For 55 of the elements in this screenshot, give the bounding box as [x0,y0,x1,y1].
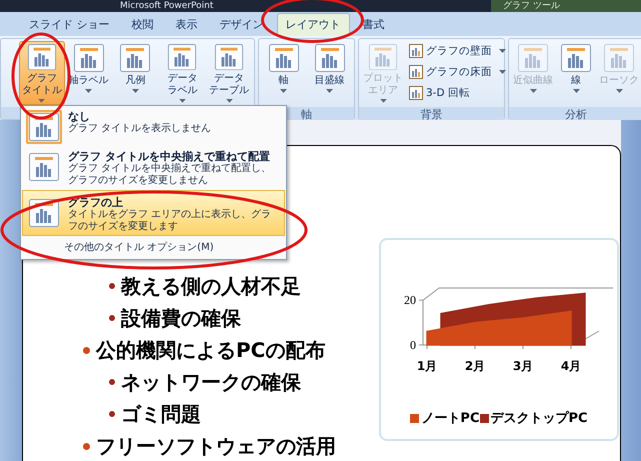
chart-icon [214,44,244,70]
bullet-icon [109,379,115,385]
menu-item[interactable]: グラフ タイトルを中央揃えで重ねて配置 グラフ タイトルを中央揃えで重ねて配置し、グラフのサイズを変更しません [22,147,285,190]
chart-icon [29,153,59,181]
chart-icon [409,44,423,58]
bullet-icon [83,346,90,354]
axis-tick-label: 0 [410,338,416,352]
ribbon-button[interactable]: 軸 [261,41,306,105]
axis-tick-label: 2月 [464,359,486,373]
menu-item[interactable]: その他のタイトル オプション(M) [22,236,285,258]
chart-icon [409,86,423,100]
ribbon-tab[interactable]: 表示 [166,13,206,36]
chart-icon [561,44,591,72]
chart-icon [368,44,398,70]
bullet-text: 教える側の人材不足 [121,272,301,300]
chart-icon [604,44,634,72]
legend-label: ノートPC [421,410,480,427]
ribbon-button[interactable]: 3-D 回転 [406,83,509,103]
bullet-icon [109,283,115,289]
bullet-text: 公的機関によるPCの配布 [96,336,326,364]
ribbon-button[interactable]: グラフ タイトル [19,41,65,105]
chart-icon [26,44,57,70]
ribbon-tab[interactable]: 校閲 [122,13,162,36]
ribbon-button[interactable]: データ ラベル [159,41,206,105]
chart-icon [409,65,423,79]
ribbon-button[interactable]: 目盛線 [307,41,352,105]
context-tab-title: グラフ ツール [491,0,641,12]
chart-icon [518,44,548,72]
chart-icon [167,44,198,70]
chart-icon [268,44,298,72]
ribbon-button[interactable]: グラフの床面 [406,62,509,82]
bullet-icon [109,411,115,417]
bullet-text: 設備費の確保 [121,304,241,332]
ribbon-tab[interactable]: 書式 [354,13,394,36]
axis-tick-label: 20 [404,293,416,308]
ribbon-button[interactable]: 凡例 [112,41,158,105]
chart-icon [120,44,150,72]
window-title: Microsoft PowerPoint [120,1,214,11]
ribbon-button[interactable]: グラフの壁面 [406,41,509,61]
chart-icon [29,113,59,141]
bullet-text: ゴミ問題 [121,400,201,428]
axis-tick-label: 1月 [416,359,438,373]
bullet-icon [109,315,115,321]
ribbon-button[interactable]: 線 [556,41,596,105]
bullet-text: フリーソフトウェアの活用 [96,432,336,460]
chart-icon [314,44,344,72]
chart-icon [74,44,104,72]
legend-label: デスクトップPC [490,410,588,427]
axis-tick-label: 4月 [560,359,582,373]
ribbon-tab[interactable]: レイアウト [276,13,350,36]
ribbon-button[interactable]: データ テーブル [206,41,252,105]
bullet-text: ネットワークの確保 [121,368,301,396]
bullet-icon [83,442,90,450]
axis-tick-label: 3月 [512,359,534,373]
ribbon-tab[interactable]: スライド ショー [20,13,118,36]
